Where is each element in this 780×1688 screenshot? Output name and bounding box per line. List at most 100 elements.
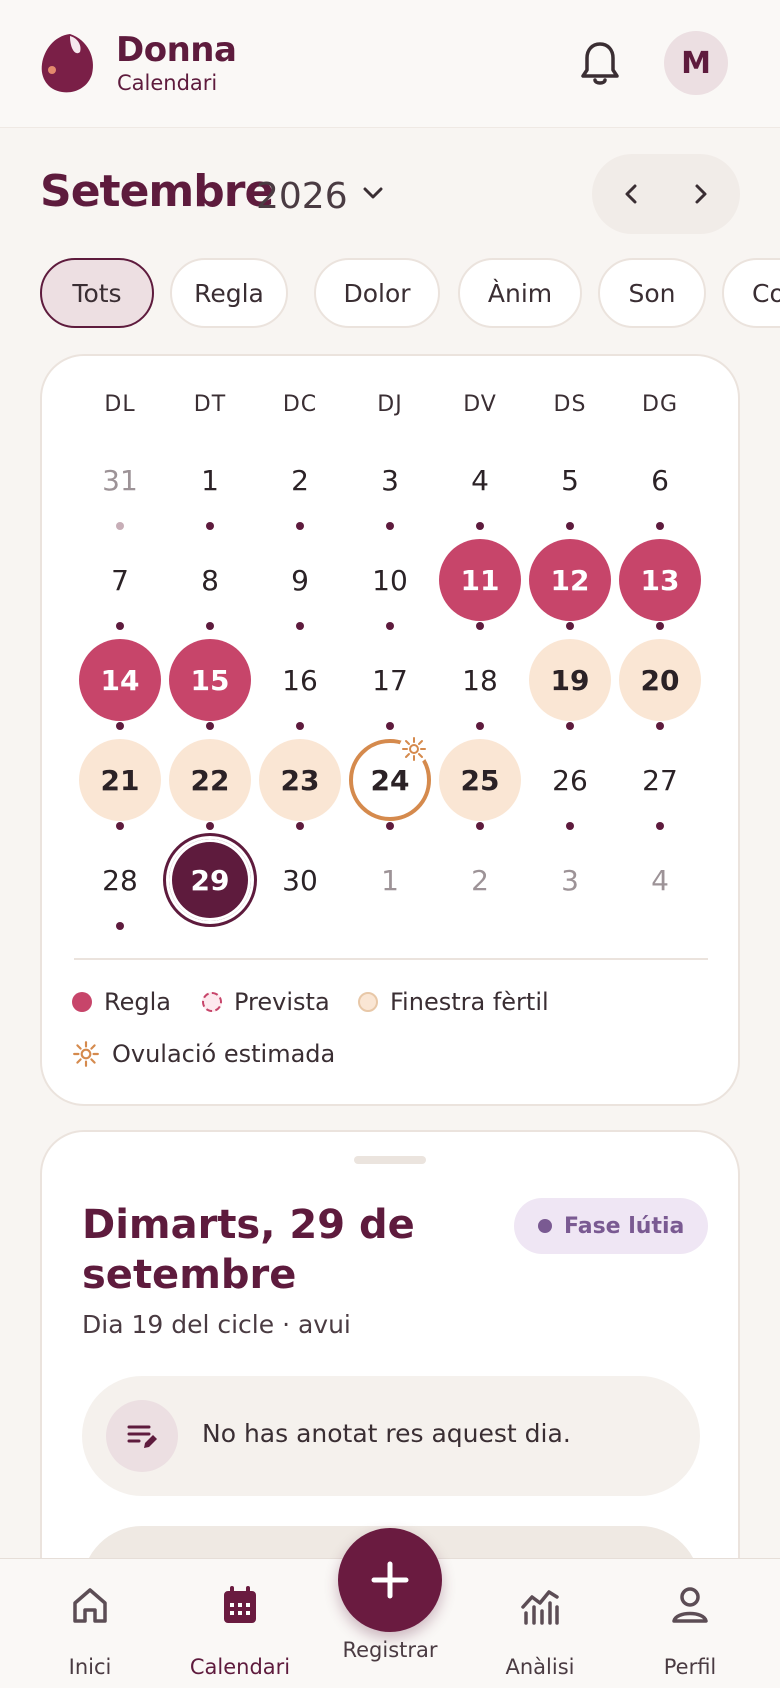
calendar-day-fertile[interactable]: 20: [619, 639, 701, 721]
calendar-day-fertile[interactable]: 21: [79, 739, 161, 821]
calendar-day[interactable]: 6: [619, 439, 701, 521]
weekday-label: DS: [553, 392, 587, 417]
calendar-day-fertile[interactable]: 19: [529, 639, 611, 721]
day-dot: [116, 822, 124, 830]
legend-label: Prevista: [234, 988, 330, 1016]
analytics-chart-icon: [521, 1590, 559, 1625]
calendar-day-period[interactable]: 15: [169, 639, 251, 721]
tab-calendar[interactable]: Calendari: [170, 1559, 310, 1688]
legend-fertile-swatch: [358, 992, 378, 1012]
calendar-day-fertile[interactable]: 23: [259, 739, 341, 821]
day-dot: [206, 722, 214, 730]
sheet-drag-handle[interactable]: [354, 1156, 426, 1164]
note-icon: [106, 1400, 178, 1472]
month-navigation: [592, 154, 740, 234]
previous-month-button[interactable]: [612, 174, 652, 214]
calendar-day-fertile[interactable]: 22: [169, 739, 251, 821]
add-entry-button[interactable]: [338, 1528, 442, 1632]
year-label[interactable]: 2026: [256, 176, 348, 217]
calendar-day[interactable]: 26: [529, 739, 611, 821]
calendar-day[interactable]: 1: [169, 439, 251, 521]
calendar-day-period[interactable]: 13: [619, 539, 701, 621]
calendar-day-today[interactable]: 29: [169, 839, 251, 921]
calendar-day[interactable]: 1: [349, 839, 431, 921]
legend-predicted-swatch: [202, 992, 222, 1012]
calendar-day[interactable]: 8: [169, 539, 251, 621]
filter-chips: Tots Regla Dolor Ànim Son Co: [40, 258, 780, 330]
day-dot: [386, 822, 394, 830]
calendar-day[interactable]: 30: [259, 839, 341, 921]
day-dot: [386, 522, 394, 530]
legend-label: Finestra fèrtil: [390, 988, 549, 1016]
calendar-day-period[interactable]: 11: [439, 539, 521, 621]
sun-icon: [73, 1041, 99, 1067]
calendar-day[interactable]: 27: [619, 739, 701, 821]
legend-label: Ovulació estimada: [112, 1040, 336, 1068]
calendar-day[interactable]: 28: [79, 839, 161, 921]
day-dot: [656, 622, 664, 630]
calendar-day[interactable]: 18: [439, 639, 521, 721]
legend-period: Regla: [72, 988, 171, 1016]
calendar-day[interactable]: 9: [259, 539, 341, 621]
calendar-day[interactable]: 2: [259, 439, 341, 521]
empty-note-text: No has anotat res aquest dia.: [202, 1419, 571, 1448]
calendar-day-period[interactable]: 14: [79, 639, 161, 721]
calendar-day[interactable]: 7: [79, 539, 161, 621]
calendar-day[interactable]: 5: [529, 439, 611, 521]
day-dot: [206, 522, 214, 530]
month-name[interactable]: Setembre: [40, 166, 274, 217]
user-avatar[interactable]: M: [664, 31, 728, 95]
phase-dot: [538, 1219, 552, 1233]
cycle-day-subtitle: Dia 19 del cicle · avui: [82, 1310, 351, 1339]
add-entry-label: Registrar: [342, 1638, 438, 1662]
plus-icon: [371, 1561, 409, 1599]
calendar-day[interactable]: 2: [439, 839, 521, 921]
chevron-down-icon[interactable]: [360, 180, 386, 206]
calendar-day[interactable]: 3: [529, 839, 611, 921]
calendar-day[interactable]: 4: [619, 839, 701, 921]
legend-predicted: Prevista: [202, 988, 330, 1016]
day-dot: [116, 522, 124, 530]
filter-chip-all[interactable]: Tots: [40, 258, 154, 328]
day-dot: [116, 922, 124, 930]
chevron-right-icon: [695, 184, 707, 204]
next-month-button[interactable]: [680, 174, 720, 214]
day-dot: [386, 722, 394, 730]
filter-chip-mood[interactable]: Ànim: [458, 258, 582, 328]
calendar-day[interactable]: 3: [349, 439, 431, 521]
day-dot: [476, 522, 484, 530]
bell-icon[interactable]: [578, 40, 622, 88]
tab-label: Anàlisi: [505, 1655, 575, 1679]
day-dot: [566, 722, 574, 730]
calendar-card: DL DT DC DJ DV DS DG 31 1 2 3 4 5 6 7 8 …: [40, 354, 740, 1106]
legend-divider: [74, 958, 708, 960]
calendar-day[interactable]: 16: [259, 639, 341, 721]
day-dot: [656, 722, 664, 730]
cycle-phase-badge: Fase lútia: [514, 1198, 709, 1254]
filter-chip-pain[interactable]: Dolor: [314, 258, 440, 328]
day-dot: [296, 722, 304, 730]
empty-note-card[interactable]: No has anotat res aquest dia.: [82, 1376, 700, 1496]
calendar-day[interactable]: 31: [79, 439, 161, 521]
filter-chip-more[interactable]: Co: [722, 258, 780, 328]
filter-chip-sleep[interactable]: Son: [598, 258, 706, 328]
day-dot: [566, 822, 574, 830]
day-dot: [476, 622, 484, 630]
calendar-day[interactable]: 17: [349, 639, 431, 721]
tab-home[interactable]: Inici: [20, 1559, 160, 1688]
tab-profile[interactable]: Perfil: [620, 1559, 760, 1688]
calendar-day-period[interactable]: 12: [529, 539, 611, 621]
tab-analysis[interactable]: Anàlisi: [470, 1559, 610, 1688]
day-dot: [656, 522, 664, 530]
filter-chip-period[interactable]: Regla: [170, 258, 288, 328]
calendar-day[interactable]: 10: [349, 539, 431, 621]
legend-period-swatch: [72, 992, 92, 1012]
person-icon: [672, 1587, 708, 1623]
day-dot: [296, 822, 304, 830]
app-header: Donna Calendari M: [0, 0, 780, 128]
day-dot: [296, 522, 304, 530]
calendar-day[interactable]: 4: [439, 439, 521, 521]
calendar-day-fertile[interactable]: 25: [439, 739, 521, 821]
legend-ovulation: Ovulació estimada: [72, 1040, 335, 1068]
weekday-label: DV: [463, 392, 497, 417]
